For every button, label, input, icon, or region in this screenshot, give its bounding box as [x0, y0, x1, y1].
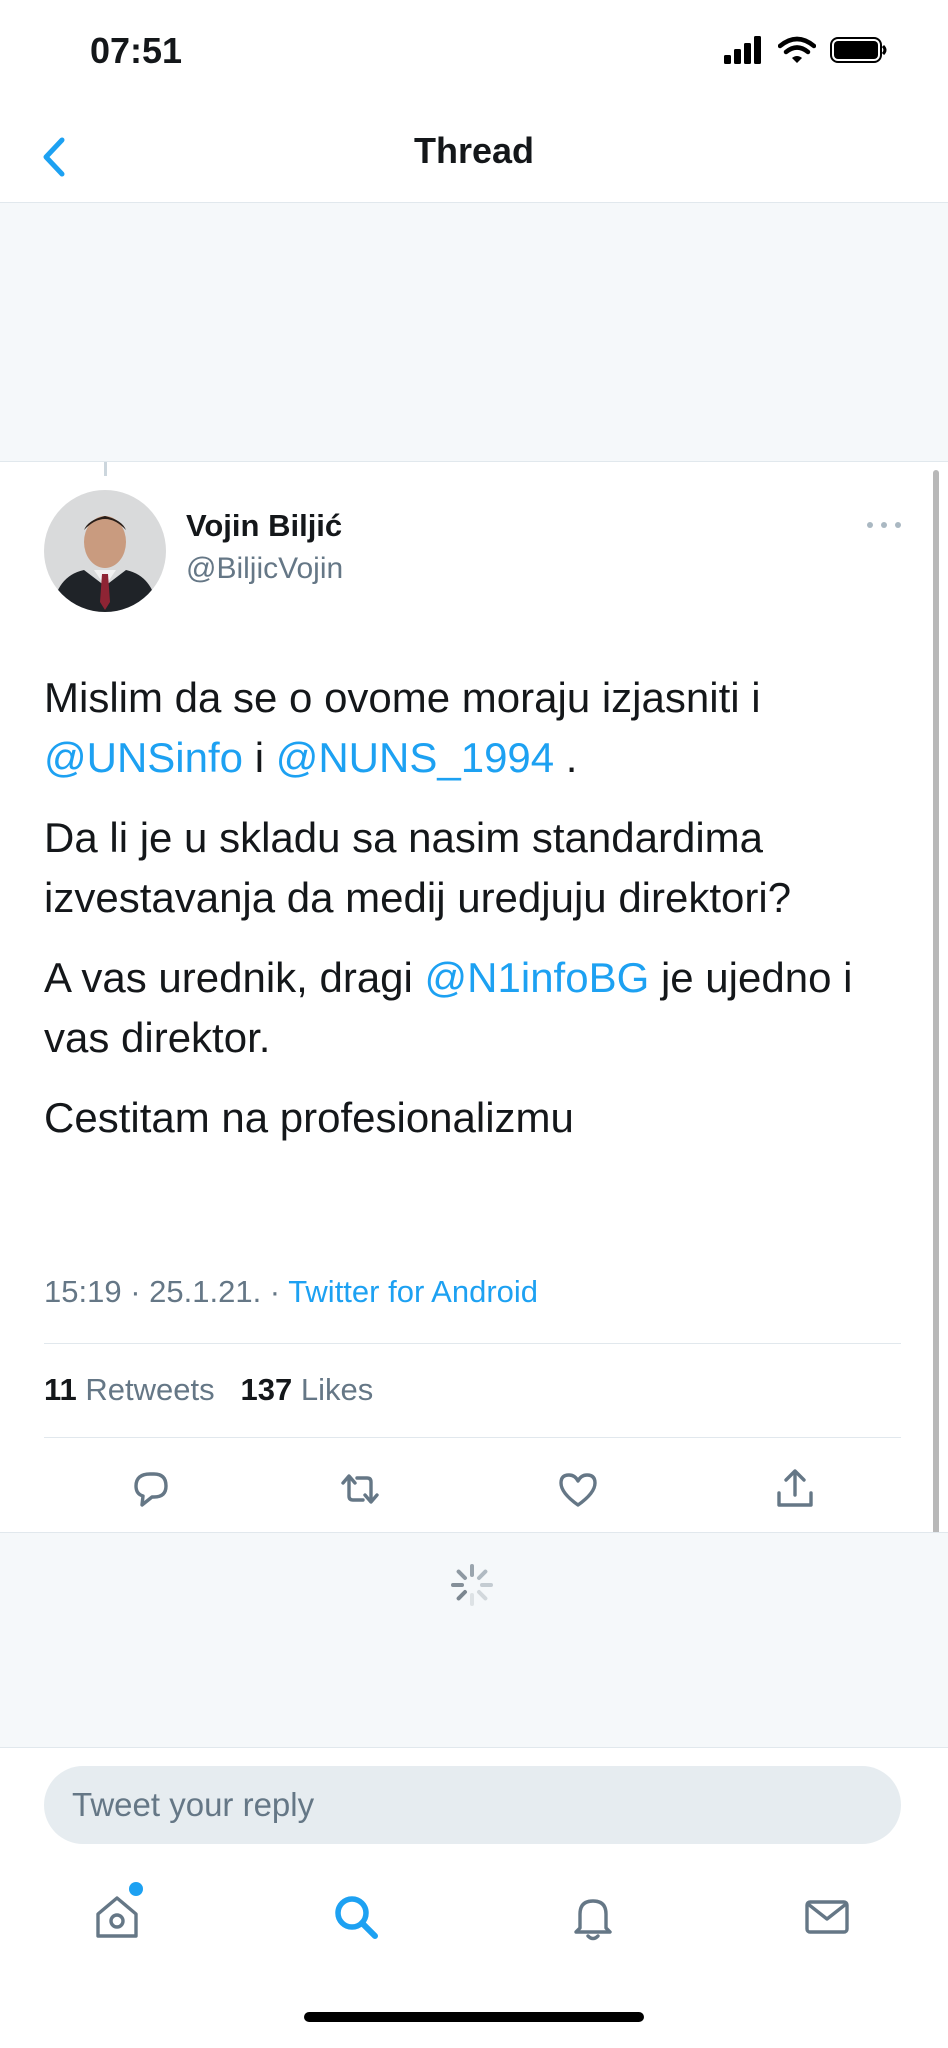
tweet-meta: 15:19 · 25.1.21. · Twitter for Android	[44, 1274, 538, 1310]
wifi-icon	[778, 36, 816, 63]
signal-icon	[724, 36, 761, 64]
likes-stat[interactable]: 137 Likes	[240, 1372, 373, 1407]
reply-box[interactable]	[44, 1766, 901, 1844]
reply-icon[interactable]	[128, 1466, 174, 1512]
tweet-date: 25.1.21.	[149, 1274, 262, 1309]
meta-separator: ·	[261, 1274, 289, 1309]
mention-link-n1infobg[interactable]: @N1infoBG	[425, 954, 650, 1001]
tweet-paragraph-4: Cestitam na profesionalizmu	[44, 1094, 574, 1141]
tweet-source-link[interactable]: Twitter for Android	[288, 1274, 538, 1309]
likes-label: Likes	[300, 1372, 374, 1407]
reply-input[interactable]	[44, 1766, 872, 1844]
retweet-icon[interactable]	[337, 1466, 383, 1512]
more-options-icon[interactable]	[864, 518, 904, 532]
tweet-text: Mislim da se o ovome moraju izjasniti i …	[44, 668, 914, 1168]
share-icon[interactable]	[772, 1466, 818, 1512]
retweets-count: 11	[44, 1372, 77, 1407]
tweet-stats: 11 Retweets 137 Likes	[44, 1372, 373, 1408]
page-title: Thread	[413, 130, 535, 171]
tweet-paragraph-1: Mislim da se o ovome moraju izjasniti i …	[44, 668, 914, 788]
loading-spinner-icon	[451, 1564, 493, 1606]
meta-separator: ·	[121, 1274, 150, 1309]
notification-dot	[129, 1882, 143, 1896]
retweets-label: Retweets	[85, 1372, 215, 1407]
likes-count: 137	[240, 1372, 293, 1407]
tweet-time: 15:19	[44, 1274, 122, 1309]
nav-bar: Thread	[0, 110, 948, 203]
home-icon[interactable]	[90, 1890, 144, 1944]
notifications-icon[interactable]	[566, 1890, 620, 1944]
avatar[interactable]	[44, 490, 166, 612]
divider	[44, 1343, 901, 1344]
tweet-text-segment: A vas urednik, dragi	[44, 954, 425, 1001]
tweet-paragraph-3: A vas urednik, dragi @N1infoBG je ujedno…	[44, 948, 914, 1068]
search-icon[interactable]	[329, 1890, 383, 1944]
tweet-text-segment: i	[243, 734, 276, 781]
mention-link-nuns[interactable]: @NUNS_1994	[276, 734, 554, 781]
status-time: 07:51	[90, 30, 183, 71]
tweet-paragraph-2: Da li je u skladu sa nasim standardima i…	[44, 814, 792, 921]
home-indicator	[304, 2012, 644, 2022]
retweets-stat[interactable]: 11 Retweets	[44, 1372, 215, 1407]
status-icons	[724, 36, 888, 64]
status-bar: 07:51	[0, 0, 948, 110]
mention-link-unsinfo[interactable]: @UNSinfo	[44, 734, 243, 781]
divider	[44, 1437, 901, 1438]
messages-icon[interactable]	[800, 1890, 854, 1944]
thread-gap-area	[0, 203, 948, 462]
thread-connector-line	[104, 462, 107, 476]
tweet-text-segment: Mislim da se o ovome moraju izjasniti i	[44, 674, 761, 721]
like-icon[interactable]	[555, 1466, 601, 1512]
tweet-text-segment: .	[554, 734, 578, 781]
author-handle[interactable]: @BiljicVojin	[186, 552, 343, 586]
battery-icon	[830, 37, 887, 63]
author-name[interactable]: Vojin Biljić	[186, 508, 342, 544]
